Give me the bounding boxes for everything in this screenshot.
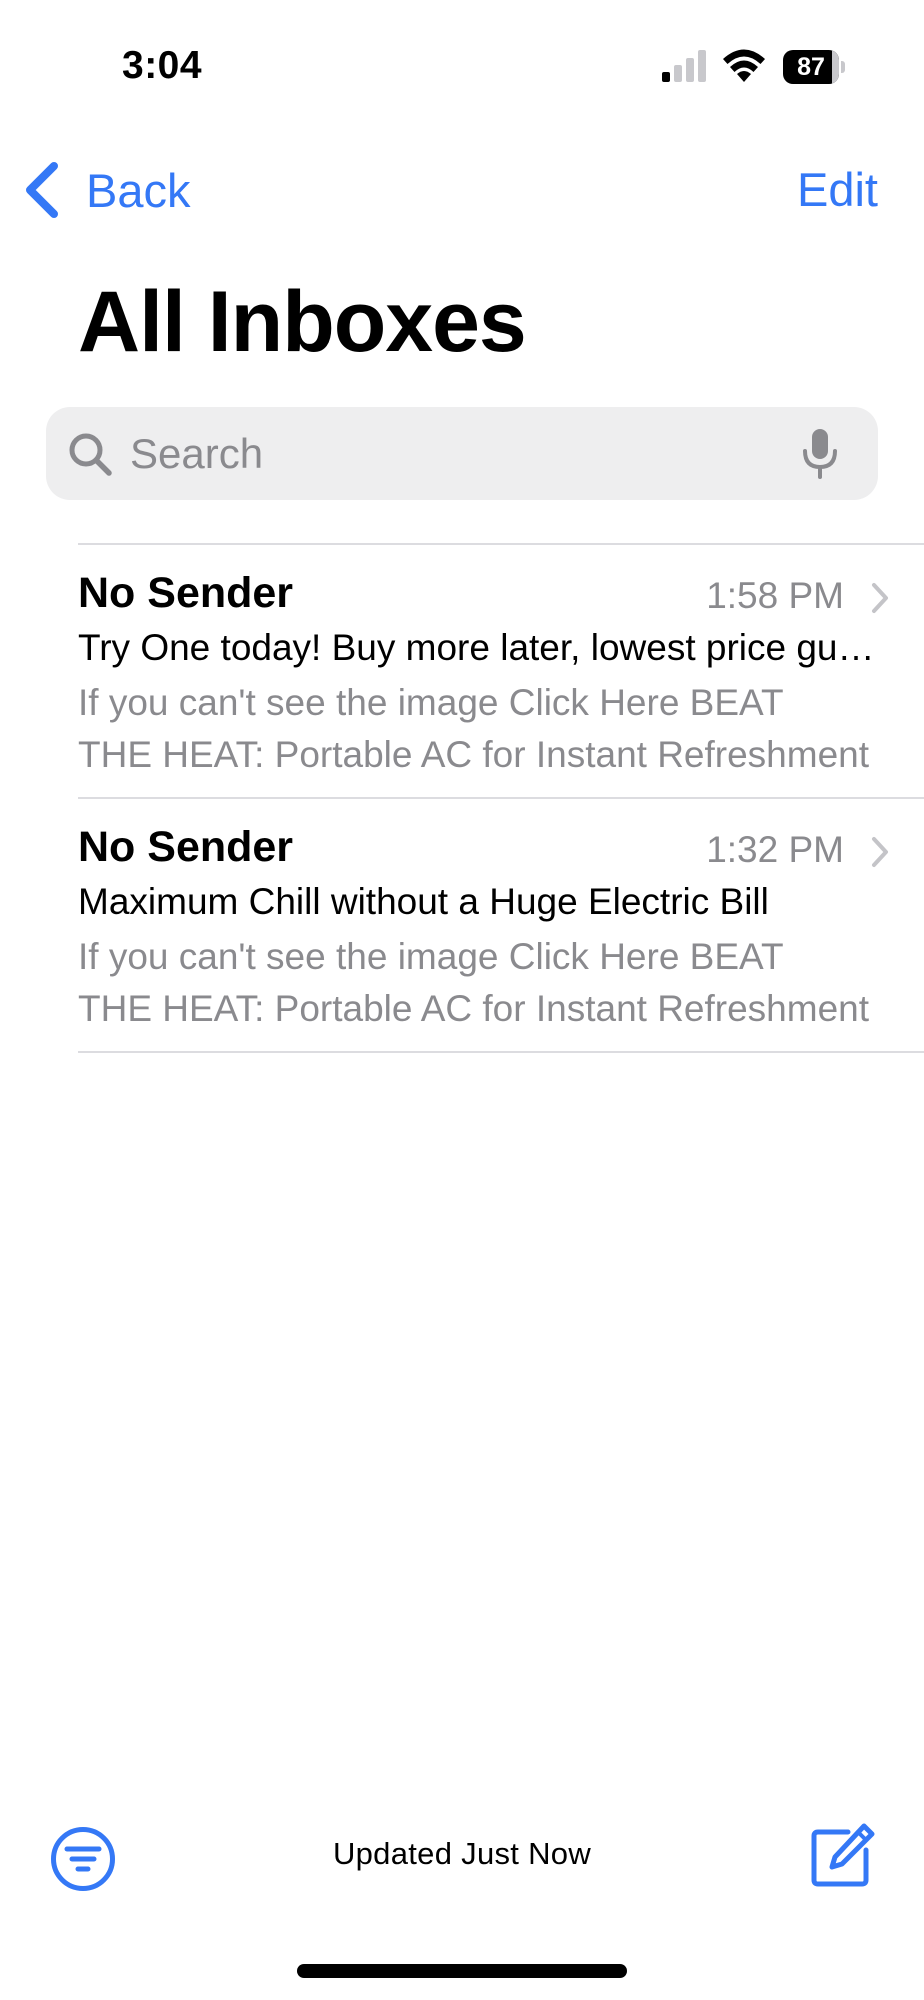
chevron-right-icon [872, 583, 888, 613]
mail-item[interactable]: No Sender 1:32 PM Maximum Chill without … [78, 799, 924, 1053]
mail-subject: Try One today! Buy more later, lowest pr… [78, 627, 878, 668]
chevron-right-icon [872, 837, 888, 867]
mail-sender: No Sender [78, 569, 294, 617]
mail-sender: No Sender [78, 823, 294, 871]
back-button[interactable]: Back [22, 158, 191, 222]
search-input[interactable] [130, 429, 800, 478]
chevron-left-icon [26, 162, 58, 218]
wifi-icon [723, 49, 765, 82]
mail-preview-line: THE HEAT: Portable AC for Instant Refres… [78, 734, 870, 775]
battery-tip [841, 61, 845, 73]
battery-icon: 87 [783, 50, 845, 84]
mail-screen: 3:04 87 Back Edit All Inboxes Search No … [0, 0, 924, 2000]
mail-preview-line: If you can't see the image Click Here BE… [78, 936, 784, 977]
search-bar[interactable] [46, 407, 878, 500]
search-icon [69, 433, 112, 476]
battery-body: 87 [783, 50, 839, 84]
mail-preview-line: THE HEAT: Portable AC for Instant Refres… [78, 988, 870, 1029]
cellular-signal-icon [662, 50, 706, 82]
mail-preview-line: If you can't see the image Click Here BE… [78, 682, 784, 723]
mail-item[interactable]: No Sender 1:58 PM Try One today! Buy mor… [78, 545, 924, 799]
mail-time: 1:58 PM [706, 575, 844, 616]
status-time: 3:04 [122, 44, 203, 87]
home-indicator[interactable] [297, 1964, 627, 1978]
mail-subject: Maximum Chill without a Huge Electric Bi… [78, 881, 769, 922]
page-title: All Inboxes [78, 274, 527, 370]
back-label: Back [86, 163, 191, 217]
battery-percent: 87 [797, 53, 825, 81]
mail-preview: If you can't see the image Click Here BE… [78, 931, 878, 1035]
microphone-icon[interactable] [800, 428, 840, 479]
mail-preview: If you can't see the image Click Here BE… [78, 677, 878, 781]
compose-icon[interactable] [808, 1822, 876, 1890]
edit-button[interactable]: Edit [797, 158, 878, 222]
mail-list: No Sender 1:58 PM Try One today! Buy mor… [78, 543, 924, 1053]
mail-time: 1:32 PM [706, 829, 844, 870]
update-status: Updated Just Now [332, 1836, 592, 1871]
